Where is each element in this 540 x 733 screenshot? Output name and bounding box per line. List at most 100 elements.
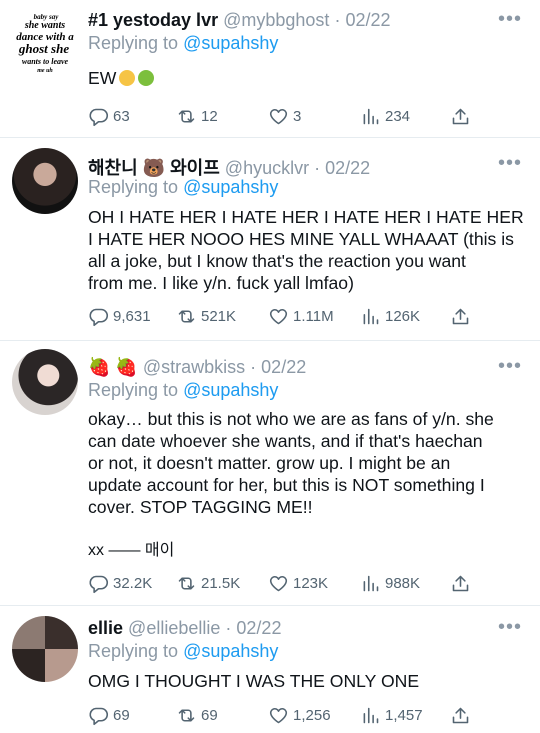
replying-to-label: Replying to [88, 33, 179, 53]
like-button[interactable]: 3 [268, 106, 301, 127]
tweet-actions: 32.2K 21.5K 123K 988K [88, 573, 488, 597]
display-name[interactable]: 해찬니 🐻 와이프 [88, 158, 220, 178]
views-icon [363, 108, 379, 125]
avatar[interactable] [12, 616, 78, 682]
retweet-button[interactable]: 21.5K [176, 573, 240, 594]
reply-button[interactable]: 9,631 [88, 306, 151, 327]
avatar-text-art: baby say she wants dance with a ghost sh… [16, 13, 74, 74]
tweet-text-line: from me. I like y/n. fuck yall lmfao) [88, 273, 354, 293]
handle[interactable]: @hyucklvr [225, 158, 309, 178]
view-count: 126K [385, 308, 421, 325]
tweet-1[interactable]: baby say she wants dance with a ghost sh… [0, 0, 540, 138]
views-button[interactable]: 988K [360, 573, 420, 594]
views-icon [363, 308, 379, 325]
reply-count: 9,631 [113, 308, 151, 325]
reply-icon [89, 108, 109, 127]
tweet-4[interactable]: ellie @elliebellie · 02/22 ••• Replying … [0, 606, 540, 733]
retweet-icon [178, 577, 195, 590]
nauseated-face-emoji-icon [138, 70, 155, 86]
tweet-text: OH I HATE HER I HATE HER I HATE HER I HA… [88, 206, 528, 294]
view-count: 1,457 [385, 707, 423, 724]
views-icon [363, 575, 379, 592]
replying-to-label: Replying to [88, 177, 179, 197]
reply-count: 32.2K [113, 575, 153, 592]
tweet-text: okay… but this is not who we are as fans… [88, 408, 528, 562]
views-button[interactable]: 126K [360, 306, 420, 327]
tweet-text: OMG I THOUGHT I WAS THE ONLY ONE [88, 670, 528, 692]
display-name[interactable]: #1 yestoday lvr [88, 10, 218, 30]
share-button[interactable] [450, 106, 471, 132]
views-icon [363, 707, 379, 724]
tweet-text-line: I HATE HER NOOO HES MINE YALL WHAAAT (th… [88, 229, 514, 249]
tired-face-emoji-icon [119, 70, 136, 86]
share-button[interactable] [450, 306, 471, 332]
tweet-actions: 9,631 521K 1.11M 126K [88, 306, 488, 330]
more-options-icon[interactable]: ••• [498, 152, 522, 175]
retweet-icon [178, 310, 195, 323]
replying-to-label: Replying to [88, 380, 179, 400]
retweet-button[interactable]: 12 [176, 106, 218, 127]
tweet-2[interactable]: 해찬니 🐻 와이프 @hyucklvr · 02/22 ••• Replying… [0, 138, 540, 341]
tweet-header: ellie @elliebellie · 02/22 [88, 618, 281, 639]
avatar[interactable] [12, 148, 78, 214]
views-button[interactable]: 1,457 [360, 705, 423, 726]
retweet-button[interactable]: 69 [176, 705, 218, 726]
replying-to: Replying to @supahshy [88, 380, 278, 401]
tweet-text: EW [88, 67, 528, 89]
views-button[interactable]: 234 [360, 106, 410, 127]
like-button[interactable]: 1.11M [268, 306, 334, 327]
display-name[interactable]: 🍓 🍓 [88, 357, 138, 377]
date-separator: · [250, 357, 257, 377]
handle[interactable]: @mybbghost [223, 10, 329, 30]
tweet-date[interactable]: 02/22 [261, 357, 306, 377]
tweet-header: 🍓 🍓 @strawbkiss · 02/22 [88, 357, 306, 378]
date-separator: · [225, 618, 232, 638]
heart-icon [269, 707, 288, 724]
tweet-text-line: or not, it doesn't matter. grow up. I mi… [88, 453, 451, 473]
replying-to: Replying to @supahshy [88, 641, 278, 662]
display-name[interactable]: ellie [88, 618, 123, 638]
avatar[interactable]: baby say she wants dance with a ghost sh… [12, 8, 78, 74]
tweet-text-line: update account for her, but this is NOT … [88, 475, 485, 495]
share-button[interactable] [450, 705, 471, 731]
replying-to: Replying to @supahshy [88, 177, 278, 198]
share-icon [452, 575, 469, 592]
tweet-3[interactable]: 🍓 🍓 @strawbkiss · 02/22 ••• Replying to … [0, 341, 540, 606]
handle[interactable]: @strawbkiss [143, 357, 245, 377]
replying-to-handle[interactable]: @supahshy [183, 641, 278, 661]
share-icon [452, 707, 469, 724]
avatar[interactable] [12, 349, 78, 415]
view-count: 234 [385, 108, 411, 125]
date-separator: · [334, 10, 341, 30]
replying-to-handle[interactable]: @supahshy [183, 33, 278, 53]
svg-text:ghost she: ghost she [18, 41, 69, 56]
more-options-icon[interactable]: ••• [498, 8, 522, 31]
more-options-icon[interactable]: ••• [498, 616, 522, 639]
reply-icon [89, 308, 109, 327]
replying-to-label: Replying to [88, 641, 179, 661]
replying-to-handle[interactable]: @supahshy [183, 380, 278, 400]
replying-to: Replying to @supahshy [88, 33, 278, 54]
retweet-button[interactable]: 521K [176, 306, 236, 327]
tweet-text-line: okay… but this is not who we are as fans… [88, 409, 494, 429]
handle[interactable]: @elliebellie [128, 618, 220, 638]
reply-button[interactable]: 69 [88, 705, 130, 726]
share-icon [452, 308, 469, 325]
like-count: 1,256 [293, 707, 331, 724]
like-button[interactable]: 1,256 [268, 705, 331, 726]
tweet-text-line: can date whoever she wants, and if that'… [88, 431, 483, 451]
reply-icon [89, 707, 109, 726]
reply-button[interactable]: 32.2K [88, 573, 152, 594]
replying-to-handle[interactable]: @supahshy [183, 177, 278, 197]
more-options-icon[interactable]: ••• [498, 355, 522, 378]
reply-button[interactable]: 63 [88, 106, 130, 127]
share-button[interactable] [450, 573, 471, 599]
reply-count: 63 [113, 108, 130, 125]
retweet-count: 12 [201, 108, 218, 125]
like-button[interactable]: 123K [268, 573, 328, 594]
tweet-date[interactable]: 02/22 [236, 618, 281, 638]
heart-icon [269, 308, 288, 325]
tweet-date[interactable]: 02/22 [345, 10, 390, 30]
tweet-date[interactable]: 02/22 [325, 158, 370, 178]
reply-icon [89, 575, 109, 594]
